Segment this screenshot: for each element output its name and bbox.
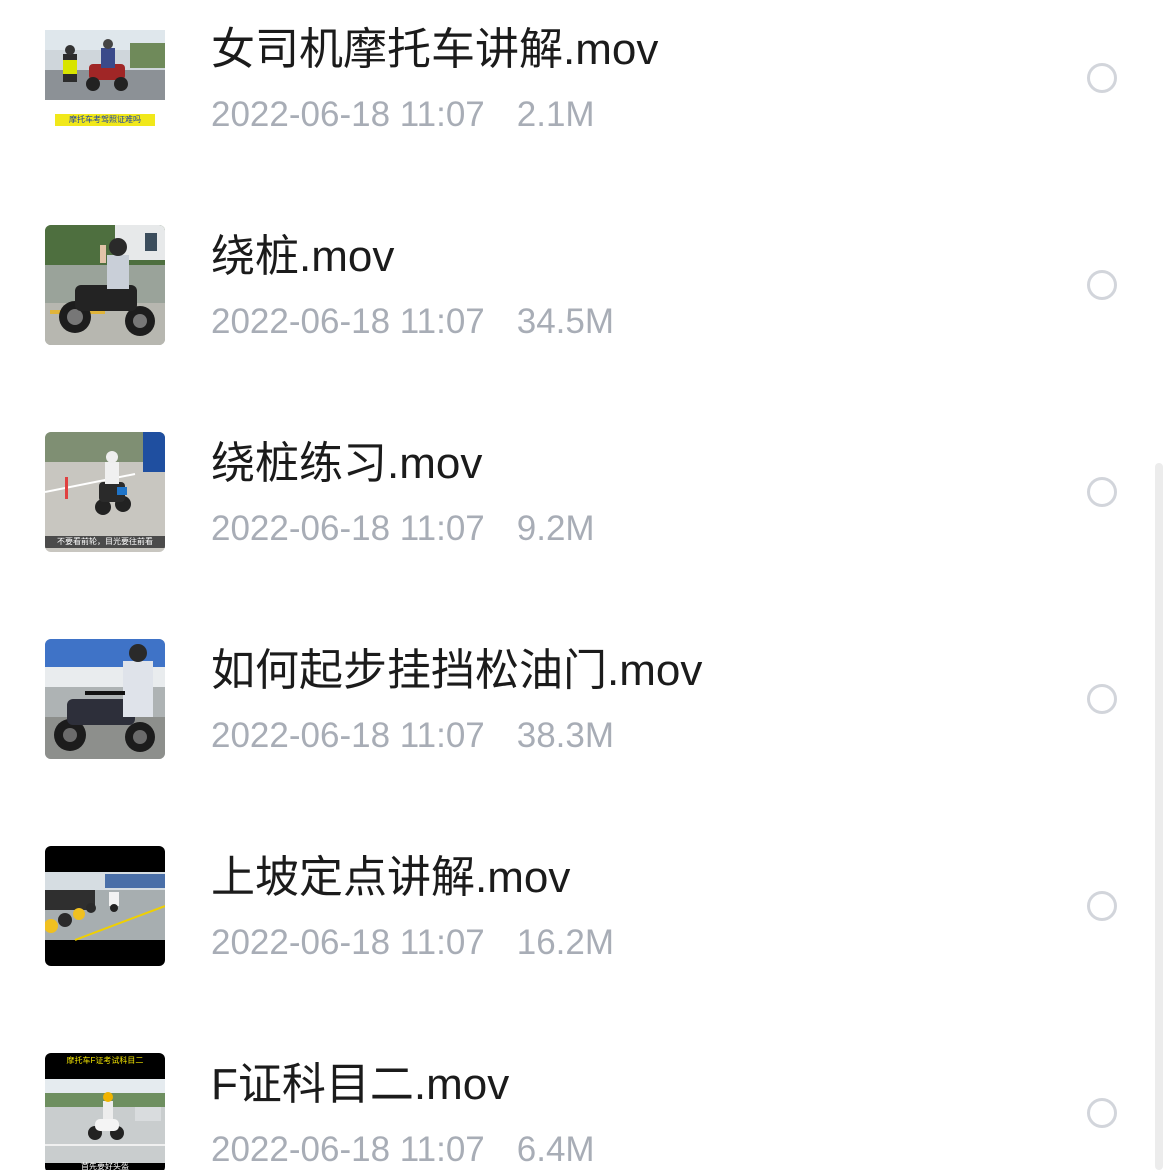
file-meta: 2022-06-18 11:07 38.3M bbox=[211, 718, 614, 753]
starting-gear-thumbnail-icon bbox=[45, 639, 165, 759]
file-size: 16.2M bbox=[516, 923, 615, 962]
scrollbar[interactable] bbox=[1155, 463, 1163, 1170]
file-name: 女司机摩托车讲解.mov bbox=[211, 25, 659, 74]
file-size: 2.1M bbox=[516, 95, 595, 134]
pole-practice-thumbnail-icon bbox=[45, 432, 165, 552]
list-item[interactable]: 如何起步挂挡松油门.mov 2022-06-18 11:07 38.3M bbox=[0, 594, 1150, 801]
list-item[interactable]: 摩托车F证考试科目二 首先要好头盔 F证科目二.mov 2022-06-18 1… bbox=[0, 1008, 1150, 1170]
list-item[interactable]: 不要看前轮，目光要往前看 绕桩练习.mov 2022-06-18 11:07 9.… bbox=[0, 387, 1150, 594]
file-meta: 2022-06-18 11:07 16.2M bbox=[211, 925, 614, 960]
thumbnail-caption: 摩托车考驾照证难吗 bbox=[69, 115, 141, 124]
file-name: 如何起步挂挡松油门.mov bbox=[211, 646, 703, 695]
video-thumbnail: 摩托车考驾照证难吗 bbox=[45, 18, 165, 138]
file-name: 绕桩练习.mov bbox=[211, 439, 483, 488]
file-date: 2022-06-18 11:07 bbox=[211, 509, 485, 548]
select-radio[interactable] bbox=[1087, 1098, 1117, 1128]
file-meta: 2022-06-18 11:07 34.5M bbox=[211, 304, 614, 339]
video-thumbnail bbox=[45, 846, 165, 966]
file-size: 38.3M bbox=[516, 716, 615, 755]
file-date: 2022-06-18 11:07 bbox=[211, 302, 485, 341]
file-size: 6.4M bbox=[516, 1130, 595, 1169]
list-item[interactable]: 绕桩.mov 2022-06-18 11:07 34.5M bbox=[0, 180, 1150, 387]
list-item[interactable]: 上坡定点讲解.mov 2022-06-18 11:07 16.2M bbox=[0, 801, 1150, 1008]
file-size: 34.5M bbox=[516, 302, 615, 341]
file-date: 2022-06-18 11:07 bbox=[211, 95, 485, 134]
file-name: F证科目二.mov bbox=[211, 1060, 510, 1109]
file-name: 绕桩.mov bbox=[211, 232, 395, 281]
list-item[interactable]: 摩托车考驾照证难吗 女司机摩托车讲解.mov 2022-06-18 11:07 2… bbox=[0, 0, 1150, 180]
select-radio[interactable] bbox=[1087, 684, 1117, 714]
thumbnail-caption: 首先要好头盔 bbox=[81, 1162, 129, 1170]
select-radio[interactable] bbox=[1087, 270, 1117, 300]
file-meta: 2022-06-18 11:07 6.4M bbox=[211, 1132, 595, 1167]
video-thumbnail: 摩托车F证考试科目二 首先要好头盔 bbox=[45, 1053, 165, 1170]
hill-start-thumbnail-icon bbox=[45, 846, 165, 966]
rider-waving-thumbnail-icon bbox=[45, 225, 165, 345]
file-date: 2022-06-18 11:07 bbox=[211, 716, 485, 755]
file-size: 9.2M bbox=[516, 509, 595, 548]
file-name: 上坡定点讲解.mov bbox=[211, 853, 571, 902]
file-date: 2022-06-18 11:07 bbox=[211, 1130, 485, 1169]
file-date: 2022-06-18 11:07 bbox=[211, 923, 485, 962]
video-thumbnail bbox=[45, 639, 165, 759]
select-radio[interactable] bbox=[1087, 891, 1117, 921]
scooter-test-thumbnail-icon bbox=[45, 1053, 165, 1170]
video-thumbnail bbox=[45, 225, 165, 345]
select-radio[interactable] bbox=[1087, 63, 1117, 93]
select-radio[interactable] bbox=[1087, 477, 1117, 507]
video-thumbnail: 不要看前轮，目光要往前看 bbox=[45, 432, 165, 552]
thumbnail-caption-top: 摩托车F证考试科目二 bbox=[66, 1056, 144, 1065]
file-meta: 2022-06-18 11:07 9.2M bbox=[211, 511, 595, 546]
file-meta: 2022-06-18 11:07 2.1M bbox=[211, 97, 595, 132]
thumbnail-caption: 不要看前轮，目光要往前看 bbox=[57, 537, 153, 546]
file-list-screen: 摩托车考驾照证难吗 女司机摩托车讲解.mov 2022-06-18 11:07 2… bbox=[0, 0, 1170, 1170]
